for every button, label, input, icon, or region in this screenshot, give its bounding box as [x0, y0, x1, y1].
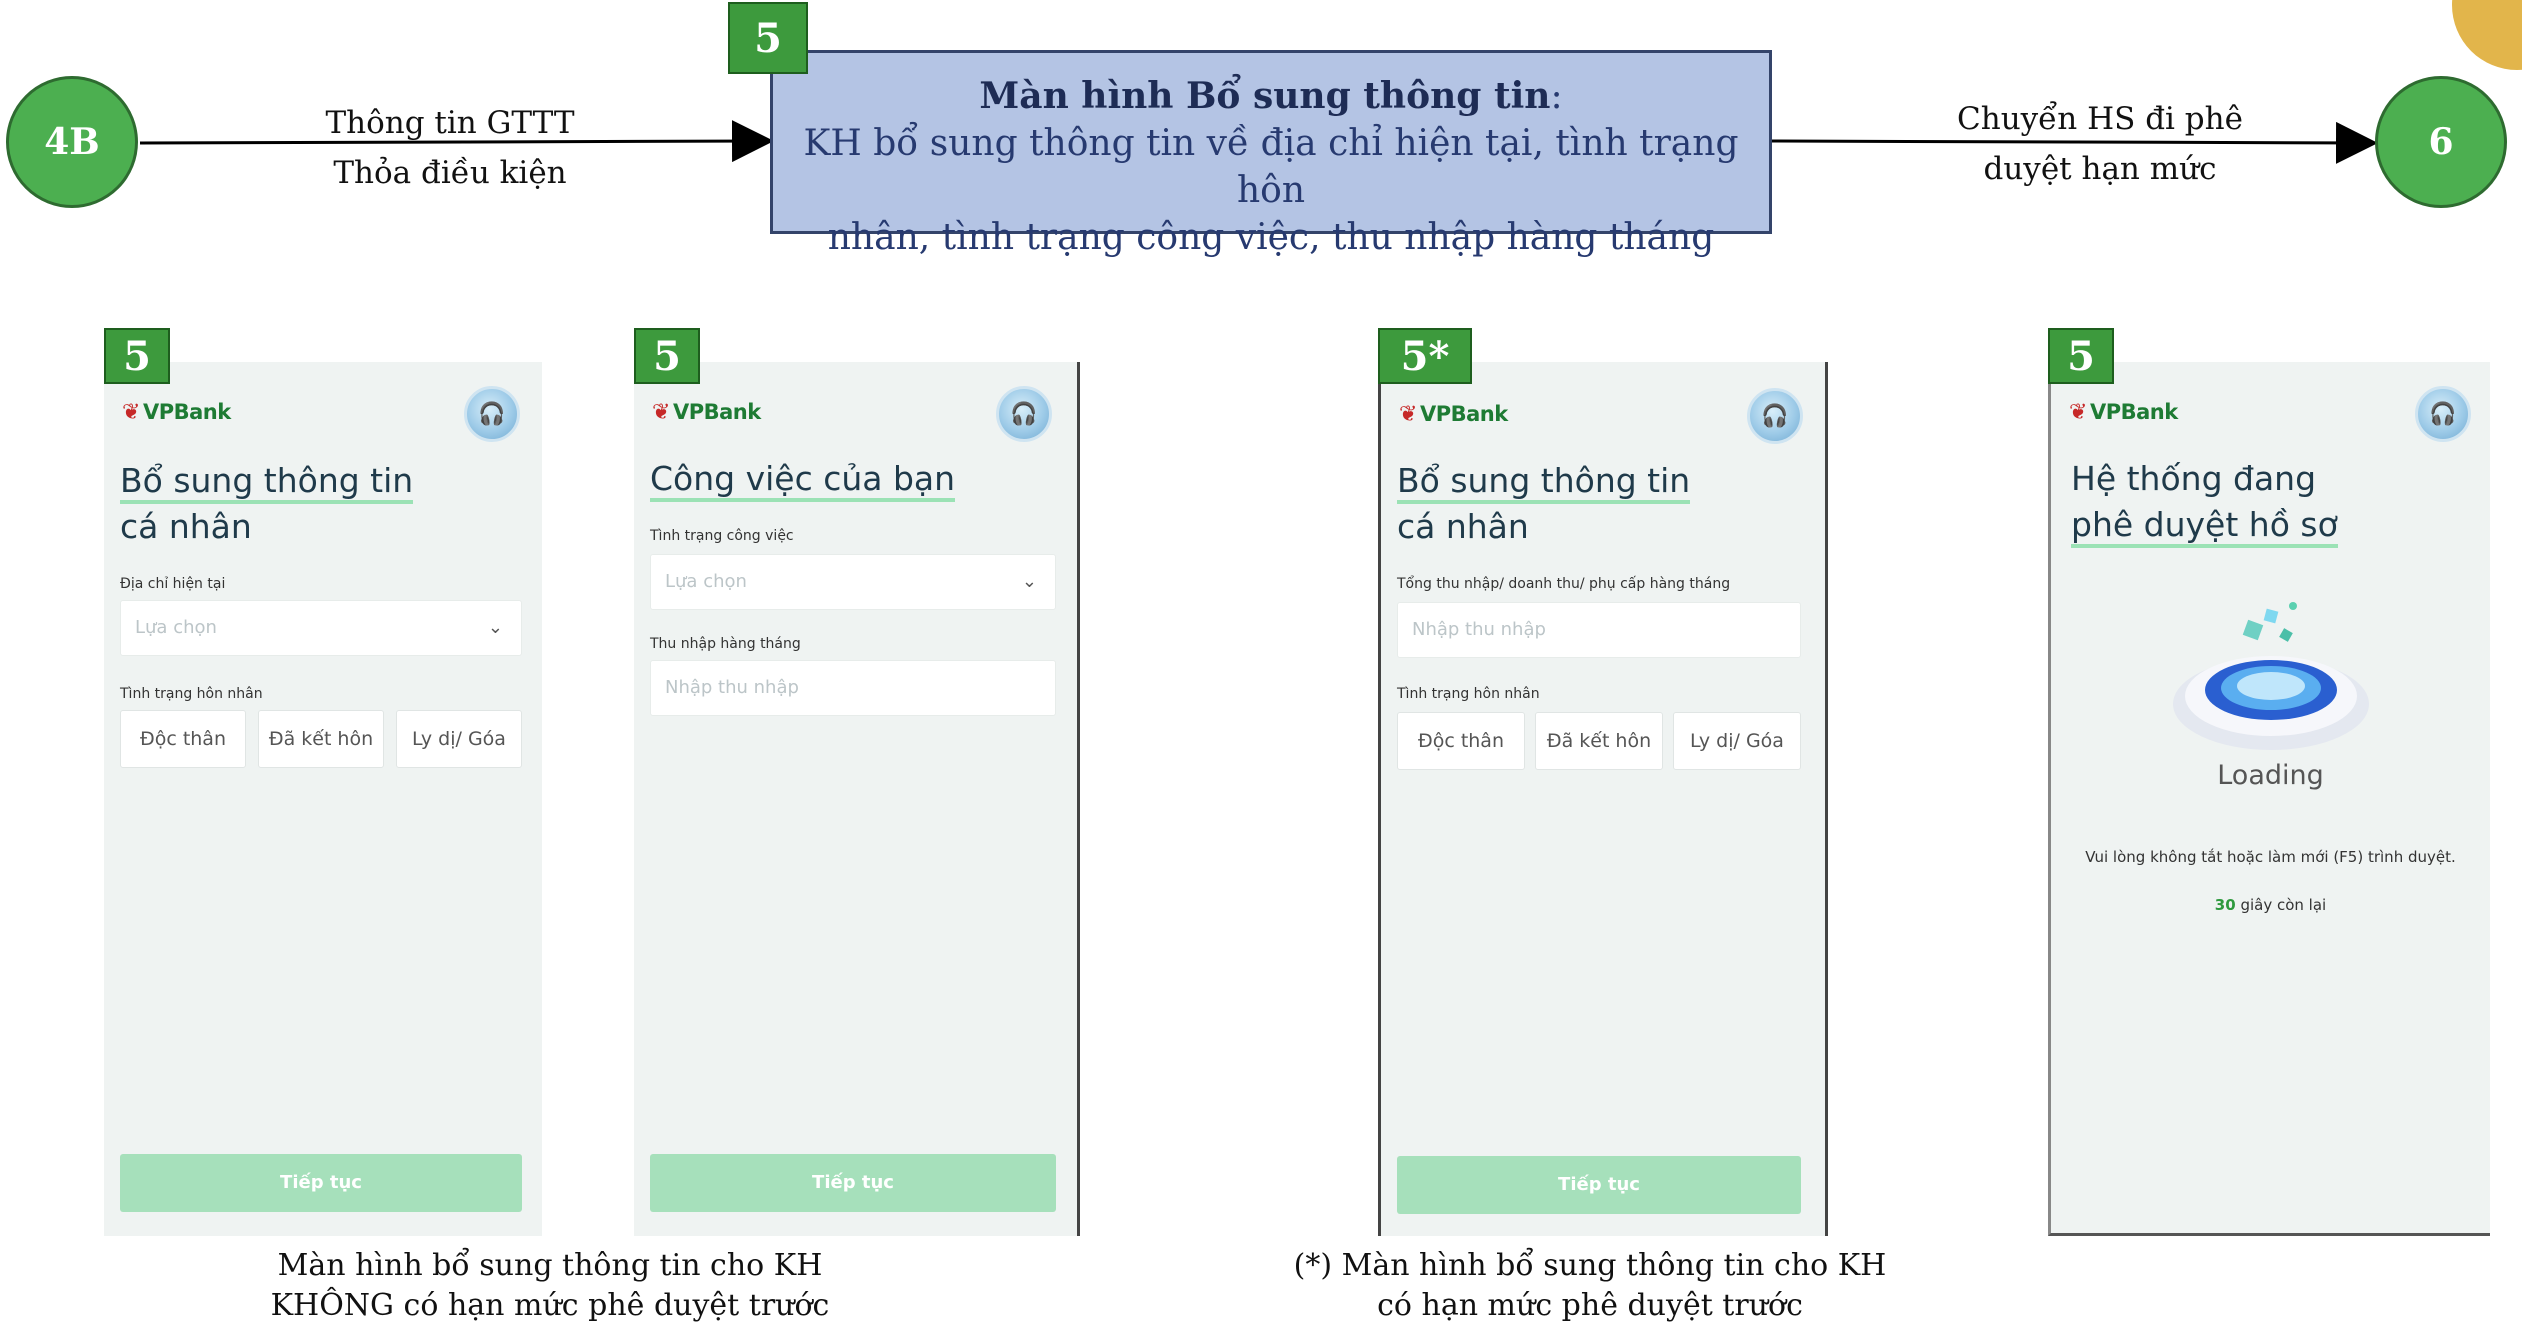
screen1-badge: 5	[104, 328, 170, 384]
option-married[interactable]: Đã kết hôn	[1535, 712, 1663, 770]
option-married[interactable]: Đã kết hôn	[258, 710, 384, 768]
support-headset-icon[interactable]: 🎧	[464, 386, 520, 442]
continue-button[interactable]: Tiếp tục	[1397, 1156, 1801, 1214]
caption-with-preapproval: (*) Màn hình bổ sung thông tin cho KH có…	[1293, 1248, 1887, 1323]
main-box-title: Màn hình Bổ sung thông tin	[979, 75, 1551, 117]
main-box-line1: KH bổ sung thông tin về địa chỉ hiện tại…	[803, 123, 1739, 211]
screen4-title: Hệ thống đang phê duyệt hồ sơ	[2071, 456, 2338, 548]
arrow-right-line2: duyệt hạn mức	[1983, 151, 2217, 187]
option-single[interactable]: Độc thân	[120, 710, 246, 768]
flow-node-4b: 4B	[6, 76, 138, 208]
vpbank-logo: ❦ VPBank	[652, 400, 761, 425]
vpbank-leaf-icon: ❦	[122, 400, 140, 425]
screen3-title: Bổ sung thông tin cá nhân	[1397, 461, 1691, 546]
vpbank-leaf-icon: ❦	[1399, 402, 1417, 427]
continue-button[interactable]: Tiếp tục	[120, 1154, 522, 1212]
countdown-value: 30	[2214, 896, 2236, 914]
employment-status-label: Tình trạng công việc	[650, 528, 794, 544]
screen-personal-info: ❦ VPBank 🎧 Bổ sung thông tin cá nhân Địa …	[104, 362, 542, 1236]
loading-label: Loading	[2217, 760, 2324, 791]
vpbank-logo: ❦ VPBank	[122, 400, 231, 425]
countdown: 30 giây còn lại	[2051, 896, 2490, 914]
monthly-income-label: Thu nhập hàng tháng	[650, 636, 801, 652]
total-income-label: Tổng thu nhập/ doanh thu/ phụ cấp hàng t…	[1397, 576, 1731, 592]
main-step-box: Màn hình Bổ sung thông tin: KH bổ sung t…	[770, 50, 1772, 258]
arrow-left-line2: Thỏa điều kiện	[333, 155, 567, 191]
screen-approval-loading: ❦ VPBank 🎧 Hệ thống đang phê duyệt hồ sơ …	[2048, 362, 2490, 1236]
support-headset-icon[interactable]: 🎧	[996, 386, 1052, 442]
vpbank-logo: ❦ VPBank	[2069, 400, 2178, 425]
total-income-input[interactable]: Nhập thu nhập	[1397, 602, 1801, 658]
screen-employment: ❦ VPBank 🎧 Công việc của bạn Tình trạng c…	[634, 362, 1080, 1236]
screen-personal-info-preapproved: ❦ VPBank 🎧 Bổ sung thông tin cá nhân Tổng…	[1378, 362, 1828, 1236]
countdown-suffix: giây còn lại	[2240, 896, 2327, 914]
option-divorced-widowed[interactable]: Ly dị/ Góa	[396, 710, 522, 768]
screen1-title: Bổ sung thông tin cá nhân	[120, 461, 414, 546]
vpbank-leaf-icon: ❦	[2069, 400, 2087, 425]
vpbank-leaf-icon: ❦	[652, 400, 670, 425]
continue-button[interactable]: Tiếp tục	[650, 1154, 1056, 1212]
chevron-down-icon: ⌄	[487, 617, 503, 638]
monthly-income-input[interactable]: Nhập thu nhập	[650, 660, 1056, 716]
loading-illustration	[2173, 602, 2369, 750]
flow-node-6: 6	[2375, 76, 2507, 208]
main-box-line2: nhân, tình trạng công việc, thu nhập hàn…	[827, 217, 1715, 258]
employment-status-select[interactable]: Lựa chọn ⌄	[650, 554, 1056, 610]
caption-no-preapproval: Màn hình bổ sung thông tin cho KH KHÔNG …	[270, 1248, 830, 1323]
address-select[interactable]: Lựa chọn ⌄	[120, 600, 522, 656]
screen2-badge: 5	[634, 328, 700, 384]
screen2-title: Công việc của bạn	[650, 456, 956, 502]
chevron-down-icon: ⌄	[1021, 571, 1037, 592]
arrow-right-label: Chuyển HS đi phê duyệt hạn mức	[1950, 94, 2250, 194]
step-badge-main: 5	[728, 2, 808, 74]
support-headset-icon[interactable]: 🎧	[2415, 386, 2471, 442]
arrow-left-label: Thông tin GTTT Thỏa điều kiện	[300, 98, 600, 198]
arrow-right-line1: Chuyển HS đi phê	[1957, 101, 2243, 137]
address-label: Địa chỉ hiện tại	[120, 576, 226, 592]
screen4-badge: 5	[2048, 328, 2114, 384]
option-single[interactable]: Độc thân	[1397, 712, 1525, 770]
loading-message: Vui lòng không tắt hoặc làm mới (F5) trì…	[2085, 848, 2456, 866]
arrow-left-line1: Thông tin GTTT	[325, 105, 575, 141]
support-headset-icon[interactable]: 🎧	[1747, 388, 1803, 444]
option-divorced-widowed[interactable]: Ly dị/ Góa	[1673, 712, 1801, 770]
marital-status-label: Tình trạng hôn nhân	[1397, 686, 1540, 702]
marital-status-label: Tình trạng hôn nhân	[120, 686, 263, 702]
main-box-title-suffix: :	[1550, 76, 1563, 117]
vpbank-logo: ❦ VPBank	[1399, 402, 1508, 427]
screen3-badge: 5*	[1378, 328, 1472, 384]
